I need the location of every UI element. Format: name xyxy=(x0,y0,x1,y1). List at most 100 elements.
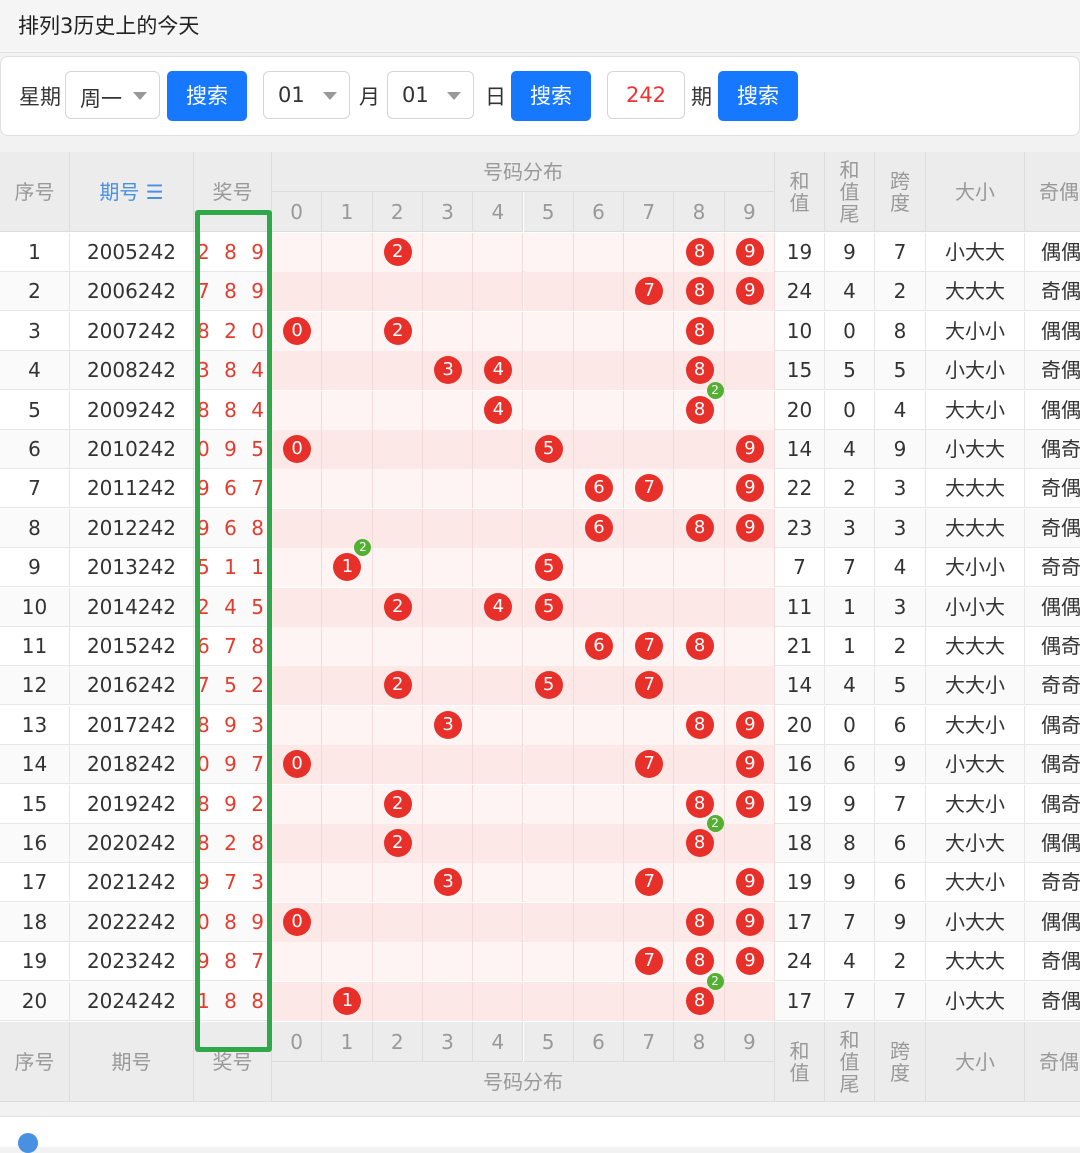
row-parity: 偶奇奇 xyxy=(1025,430,1080,469)
usage-note-card xyxy=(0,1116,1080,1153)
footer-sum-tail: 和值尾 xyxy=(825,1022,875,1102)
date-search-button[interactable]: 搜索 xyxy=(511,71,591,121)
chevron-down-icon xyxy=(323,92,337,100)
row-index: 6 xyxy=(0,430,70,469)
footer-digit-9: 9 xyxy=(724,1022,775,1062)
row-sum: 24 xyxy=(775,942,825,982)
dist-cell xyxy=(523,233,574,272)
row-parity: 奇奇奇 xyxy=(1025,863,1080,902)
header-index: 序号 xyxy=(0,152,70,232)
dist-cell xyxy=(624,548,675,588)
row-parity: 偶奇奇 xyxy=(1025,706,1080,745)
row-size: 大大小 xyxy=(926,705,1025,745)
row-period: 2009242 xyxy=(70,390,194,430)
row-parity: 偶偶偶 xyxy=(1025,312,1080,351)
row-parity: 奇偶偶 xyxy=(1025,351,1080,390)
row-prize: 9 8 7 xyxy=(194,942,272,982)
ball-2: 2 xyxy=(383,238,412,266)
header-period[interactable]: 期号 ☰ xyxy=(70,152,194,232)
dist-cell xyxy=(322,390,373,430)
dist-cell xyxy=(372,351,423,391)
row-size: 小大大 xyxy=(926,902,1025,942)
row-size: 小大小 xyxy=(926,351,1025,391)
row-period: 2012242 xyxy=(70,508,194,548)
weekday-search-button[interactable]: 搜索 xyxy=(167,71,247,121)
row-parity: 偶偶偶 xyxy=(1025,391,1080,430)
dist-cell xyxy=(523,311,574,351)
dist-cell xyxy=(322,627,373,666)
dist-cell xyxy=(272,272,323,312)
row-prize: 0 8 9 xyxy=(194,902,272,942)
dist-cell xyxy=(573,942,625,982)
dist-cell xyxy=(523,784,574,824)
ball-8: 8 xyxy=(685,789,714,818)
row-period: 2014242 xyxy=(70,587,194,627)
footer-digit-8: 8 xyxy=(674,1022,725,1062)
dist-cell xyxy=(422,469,474,509)
dist-cell xyxy=(473,981,524,1021)
row-period: 2008242 xyxy=(70,351,194,391)
row-parity: 奇偶偶 xyxy=(1025,982,1080,1021)
row-prize: 0 9 5 xyxy=(194,430,272,469)
ball-8: 8 xyxy=(685,513,714,542)
dist-cell xyxy=(272,587,323,627)
dist-cell xyxy=(272,548,323,588)
ball-9: 9 xyxy=(735,238,764,266)
repeat-count-badge: 2 xyxy=(706,381,724,399)
dist-cell xyxy=(272,824,323,863)
ball-1: 1 xyxy=(333,986,362,1015)
row-prize: 6 7 8 xyxy=(194,627,272,666)
dist-cell xyxy=(523,824,574,863)
footer-sum: 和值 xyxy=(775,1022,825,1102)
row-sum: 21 xyxy=(775,627,825,666)
dist-cell xyxy=(523,705,574,745)
ball-9: 9 xyxy=(735,750,764,779)
period-input[interactable]: 242 xyxy=(607,71,685,119)
dist-cell xyxy=(473,863,524,903)
footer-digit-5: 5 xyxy=(523,1022,574,1062)
row-index: 12 xyxy=(0,666,70,706)
footer-digit-1: 1 xyxy=(322,1022,373,1062)
row-sum: 16 xyxy=(775,745,825,785)
row-sum: 24 xyxy=(775,272,825,312)
day-select[interactable]: 01 xyxy=(387,71,474,119)
dist-cell xyxy=(724,587,775,627)
row-parity: 奇偶偶 xyxy=(1025,509,1080,548)
dist-cell xyxy=(674,587,725,627)
dist-cell xyxy=(674,863,725,903)
row-index: 5 xyxy=(0,390,70,430)
row-index: 14 xyxy=(0,745,70,785)
ball-4: 4 xyxy=(484,395,513,424)
dist-cell xyxy=(422,784,474,824)
row-sum: 20 xyxy=(775,705,825,745)
month-select[interactable]: 01 xyxy=(263,71,350,119)
dist-cell xyxy=(372,981,423,1021)
row-index: 15 xyxy=(0,784,70,824)
header-digit-4: 4 xyxy=(473,192,524,232)
row-span: 7 xyxy=(875,981,926,1021)
row-sum-tail: 4 xyxy=(825,430,875,469)
row-sum-tail: 4 xyxy=(825,942,875,982)
dist-cell xyxy=(724,311,775,351)
header-digit-7: 7 xyxy=(624,192,675,232)
row-span: 6 xyxy=(875,863,926,903)
weekday-select[interactable]: 周一 xyxy=(65,71,160,119)
row-period: 2015242 xyxy=(70,627,194,666)
dist-cell xyxy=(573,824,625,863)
dist-cell xyxy=(523,863,574,903)
dist-cell xyxy=(573,784,625,824)
row-parity: 偶奇偶 xyxy=(1025,627,1080,666)
row-span: 5 xyxy=(875,351,926,391)
footer-distribution: 号码分布 xyxy=(272,1062,775,1102)
dist-cell xyxy=(674,469,725,509)
ball-9: 9 xyxy=(735,513,764,542)
filter-bar: 星期 周一 搜索 01 月 01 日 搜索 242 期 搜索 xyxy=(0,56,1080,136)
row-sum-tail: 8 xyxy=(825,824,875,863)
row-span: 6 xyxy=(875,705,926,745)
row-prize: 8 8 4 xyxy=(194,390,272,430)
footer-span: 跨度 xyxy=(875,1022,926,1102)
dist-cell xyxy=(473,784,524,824)
dist-cell xyxy=(473,627,524,666)
period-search-button[interactable]: 搜索 xyxy=(718,71,798,121)
dist-cell xyxy=(422,548,474,588)
